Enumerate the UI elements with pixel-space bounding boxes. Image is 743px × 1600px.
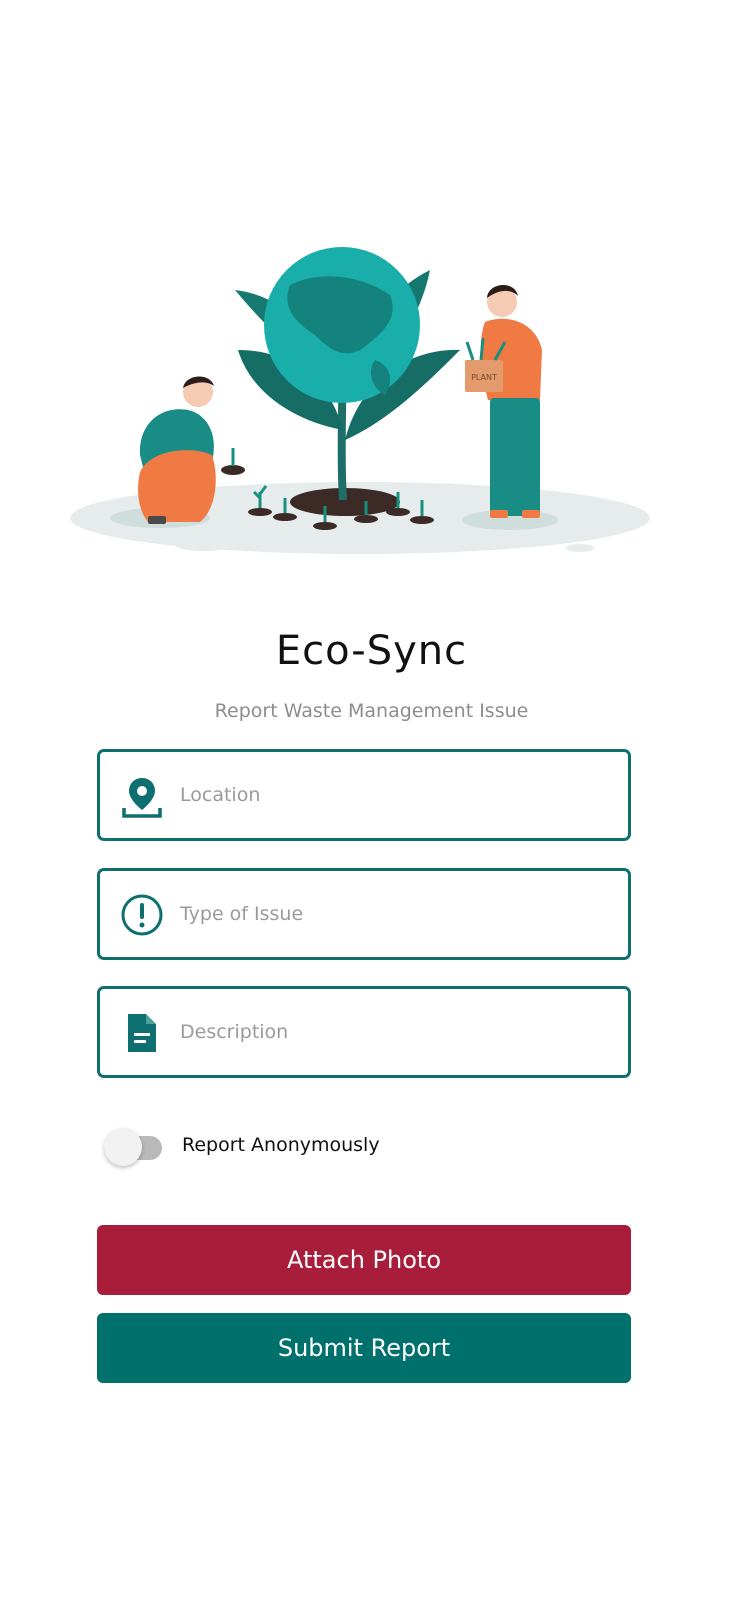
alert-circle-icon xyxy=(121,894,163,936)
anonymous-toggle-knob[interactable] xyxy=(104,1128,142,1166)
issue-type-field[interactable]: Type of Issue xyxy=(97,868,631,960)
issue-type-placeholder: Type of Issue xyxy=(180,903,304,925)
document-icon xyxy=(128,1014,156,1052)
location-pin-icon xyxy=(122,778,162,818)
submit-report-button[interactable]: Submit Report xyxy=(97,1313,631,1383)
page-subtitle: Report Waste Management Issue xyxy=(214,700,529,722)
plant-box-label: PLANT xyxy=(471,373,497,382)
environment-illustration: PLANT xyxy=(70,247,650,554)
attach-photo-button[interactable]: Attach Photo xyxy=(97,1225,631,1295)
anonymous-toggle-label: Report Anonymously xyxy=(182,1134,380,1156)
app-title: Eco-Sync xyxy=(275,628,468,674)
location-placeholder: Location xyxy=(180,784,261,806)
location-field[interactable]: Location xyxy=(97,749,631,841)
description-placeholder: Description xyxy=(180,1021,289,1043)
description-field[interactable]: Description xyxy=(97,986,631,1078)
